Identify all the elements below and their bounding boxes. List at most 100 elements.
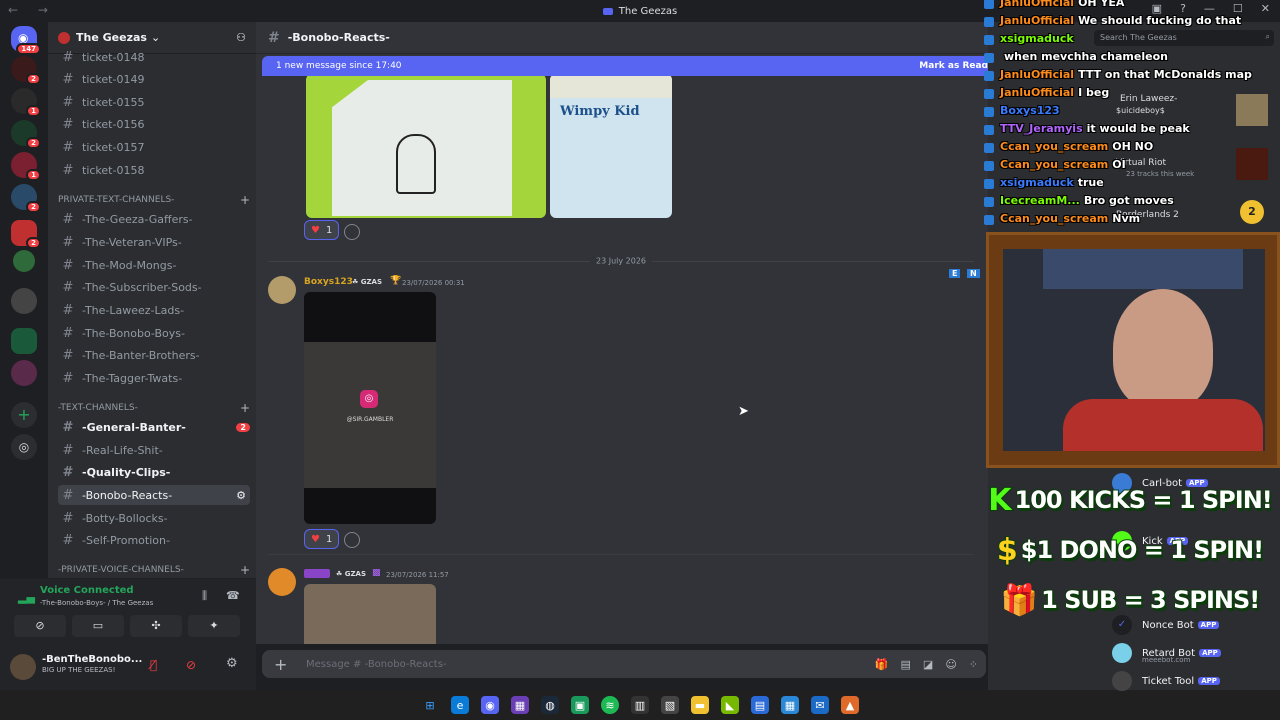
channel-ticket[interactable]: # ticket-0155 (58, 92, 250, 112)
app-icon[interactable]: ▦ (781, 696, 799, 714)
soundboard-button[interactable]: ✦ (188, 615, 240, 637)
app-icon[interactable]: ▥ (631, 696, 649, 714)
channel-private[interactable]: # -The-Banter-Brothers- (58, 345, 250, 365)
voice-channel[interactable]: -The-Bonobo-Boys- / The Geezas (40, 599, 153, 607)
server-icon[interactable]: 2 (11, 184, 41, 213)
avatar[interactable] (268, 276, 296, 304)
server-icon[interactable]: 1 (11, 152, 41, 181)
channel-ticket[interactable]: # ticket-0148 (58, 47, 250, 67)
add-server-icon[interactable]: + (11, 402, 37, 428)
channel-private[interactable]: # -The-Veteran-VIPs- (58, 232, 250, 252)
server-icon-geezas[interactable]: 2 (11, 220, 41, 249)
sticker-icon[interactable]: ◪ (923, 658, 933, 671)
channel-bonobo-reacts[interactable]: # -Bonobo-Reacts- ⚙ (58, 485, 250, 505)
badge-n: N (967, 269, 980, 278)
steam-icon[interactable]: ◍ (541, 696, 559, 714)
app-icon[interactable]: ▲ (841, 696, 859, 714)
video-embed[interactable]: ◎ @SIR.GAMBLER (304, 292, 436, 524)
channel-real-life[interactable]: # -Real-Life-Shit- (58, 440, 250, 460)
message-author[interactable] (304, 569, 330, 578)
channel-ticket[interactable]: # ticket-0158 (58, 160, 250, 180)
app-icon[interactable]: ▦ (511, 696, 529, 714)
emoji-icon[interactable]: ☺ (945, 658, 956, 671)
channel-general-banter[interactable]: # -General-Banter- 2 (58, 417, 250, 437)
nav-arrows-icon[interactable]: ← → (8, 3, 56, 17)
mute-icon[interactable]: 🎙̸ (150, 658, 157, 672)
discover-icon[interactable]: ◎ (11, 434, 37, 460)
member-item[interactable]: Ticket Tool APP (1112, 668, 1280, 694)
voice-status[interactable]: Voice Connected (40, 585, 134, 596)
server-folder[interactable] (11, 288, 37, 314)
new-messages-bar[interactable]: 1 new message since 17:40 Mark as Read (262, 56, 1002, 76)
add-member-icon[interactable]: ⚇ (236, 31, 246, 44)
edge-icon[interactable]: e (451, 696, 469, 714)
server-icon[interactable]: 1 (11, 88, 41, 117)
app-icon[interactable]: ▣ (571, 696, 589, 714)
screen-share-button[interactable]: ▭ (72, 615, 124, 637)
add-reaction-icon[interactable] (344, 532, 360, 548)
message-composer[interactable]: + Message # -Bonobo-Reacts- 🎁 ▤ ◪ ☺ ⁘ (262, 650, 986, 678)
home-button[interactable]: ◉ 147 (11, 26, 41, 55)
channel-private[interactable]: # -The-Laweez-Lads- (58, 300, 250, 320)
channel-private[interactable]: # -The-Bonobo-Boys- (58, 323, 250, 343)
category-text[interactable]: -TEXT-CHANNELS- + (58, 401, 250, 415)
settings-icon[interactable]: ⚙ (236, 489, 246, 502)
nvidia-icon[interactable]: ◣ (721, 696, 739, 714)
channel-ticket[interactable]: # ticket-0156 (58, 114, 250, 134)
category-private-text[interactable]: PRIVATE-TEXT-CHANNELS- + (58, 193, 250, 207)
add-channel-icon[interactable]: + (240, 193, 250, 207)
apps-icon[interactable]: ⁘ (969, 658, 978, 671)
message-image[interactable] (304, 584, 436, 644)
channel-private[interactable]: # -The-Tagger-Twats- (58, 368, 250, 388)
add-channel-icon[interactable]: + (240, 563, 250, 577)
channel-private[interactable]: # -The-Mod-Mongs- (58, 255, 250, 275)
gif-icon[interactable]: ▤ (901, 658, 911, 671)
channel-ticket[interactable]: # ticket-0149 (58, 69, 250, 89)
user-settings-icon[interactable]: ⚙ (226, 656, 238, 671)
channel-private[interactable]: # -The-Subscriber-Sods- (58, 277, 250, 297)
upload-icon[interactable]: + (274, 655, 292, 674)
channel-self-promotion[interactable]: # -Self-Promotion- (58, 530, 250, 550)
window-title: The Geezas (618, 5, 678, 17)
message-input[interactable]: Message # -Bonobo-Reacts- (306, 659, 447, 670)
avatar[interactable] (268, 568, 296, 596)
camera-button[interactable]: ⊘ (14, 615, 66, 637)
channel-ticket[interactable]: # ticket-0157 (58, 137, 250, 157)
server-icon[interactable] (13, 250, 35, 272)
deafen-icon[interactable]: ⊘ (186, 658, 196, 672)
reaction-heart[interactable]: ♥ 1 (304, 529, 340, 549)
gift-icon[interactable]: 🎁 (875, 658, 889, 671)
folder-icon[interactable]: ▬ (691, 696, 709, 714)
channel-botty-bollocks[interactable]: # -Botty-Bollocks- (58, 508, 250, 528)
disconnect-icon[interactable]: ☎ (226, 589, 240, 602)
activities-button[interactable]: ✣ (130, 615, 182, 637)
message-list[interactable]: Wimpy Kid ♥ 1 23 July 2026 Boxys123 ☘ GZA… (256, 54, 988, 644)
start-icon[interactable]: ⊞ (421, 696, 439, 714)
noise-suppression-icon[interactable]: ⫼ (202, 589, 207, 603)
member-item[interactable]: Retard Bot APP meeebot.com (1112, 640, 1280, 666)
app-icon[interactable]: ▧ (661, 696, 679, 714)
message-author[interactable]: Boxys123 (304, 277, 353, 287)
discord-icon[interactable]: ◉ (481, 696, 499, 714)
spotify-icon[interactable]: ≋ (601, 696, 619, 714)
add-channel-icon[interactable]: + (240, 401, 250, 415)
avatar[interactable] (10, 654, 36, 680)
hash-icon: # (62, 49, 74, 65)
server-icon[interactable] (11, 360, 37, 386)
video-handle: @SIR.GAMBLER (346, 416, 394, 423)
username[interactable]: -BenTheBonobo... (42, 654, 142, 665)
add-reaction-icon[interactable] (344, 224, 360, 240)
reaction-heart[interactable]: ♥ 1 (304, 220, 340, 240)
channel-quality-clips[interactable]: # -Quality-Clips- (58, 462, 250, 482)
message-image[interactable] (306, 74, 546, 218)
app-icon[interactable]: ▤ (751, 696, 769, 714)
badge-e: E (949, 269, 961, 278)
channel-private[interactable]: # -The-Geeza-Gaffers- (58, 209, 250, 229)
hash-icon: # (268, 29, 280, 46)
server-icon[interactable]: 2 (11, 56, 41, 85)
server-icon[interactable]: 2 (11, 120, 41, 149)
outlook-icon[interactable]: ✉ (811, 696, 829, 714)
category-private-voice[interactable]: -PRIVATE-VOICE-CHANNELS- + (58, 563, 250, 577)
message-image[interactable]: Wimpy Kid (550, 74, 672, 218)
server-folder[interactable] (11, 328, 37, 354)
